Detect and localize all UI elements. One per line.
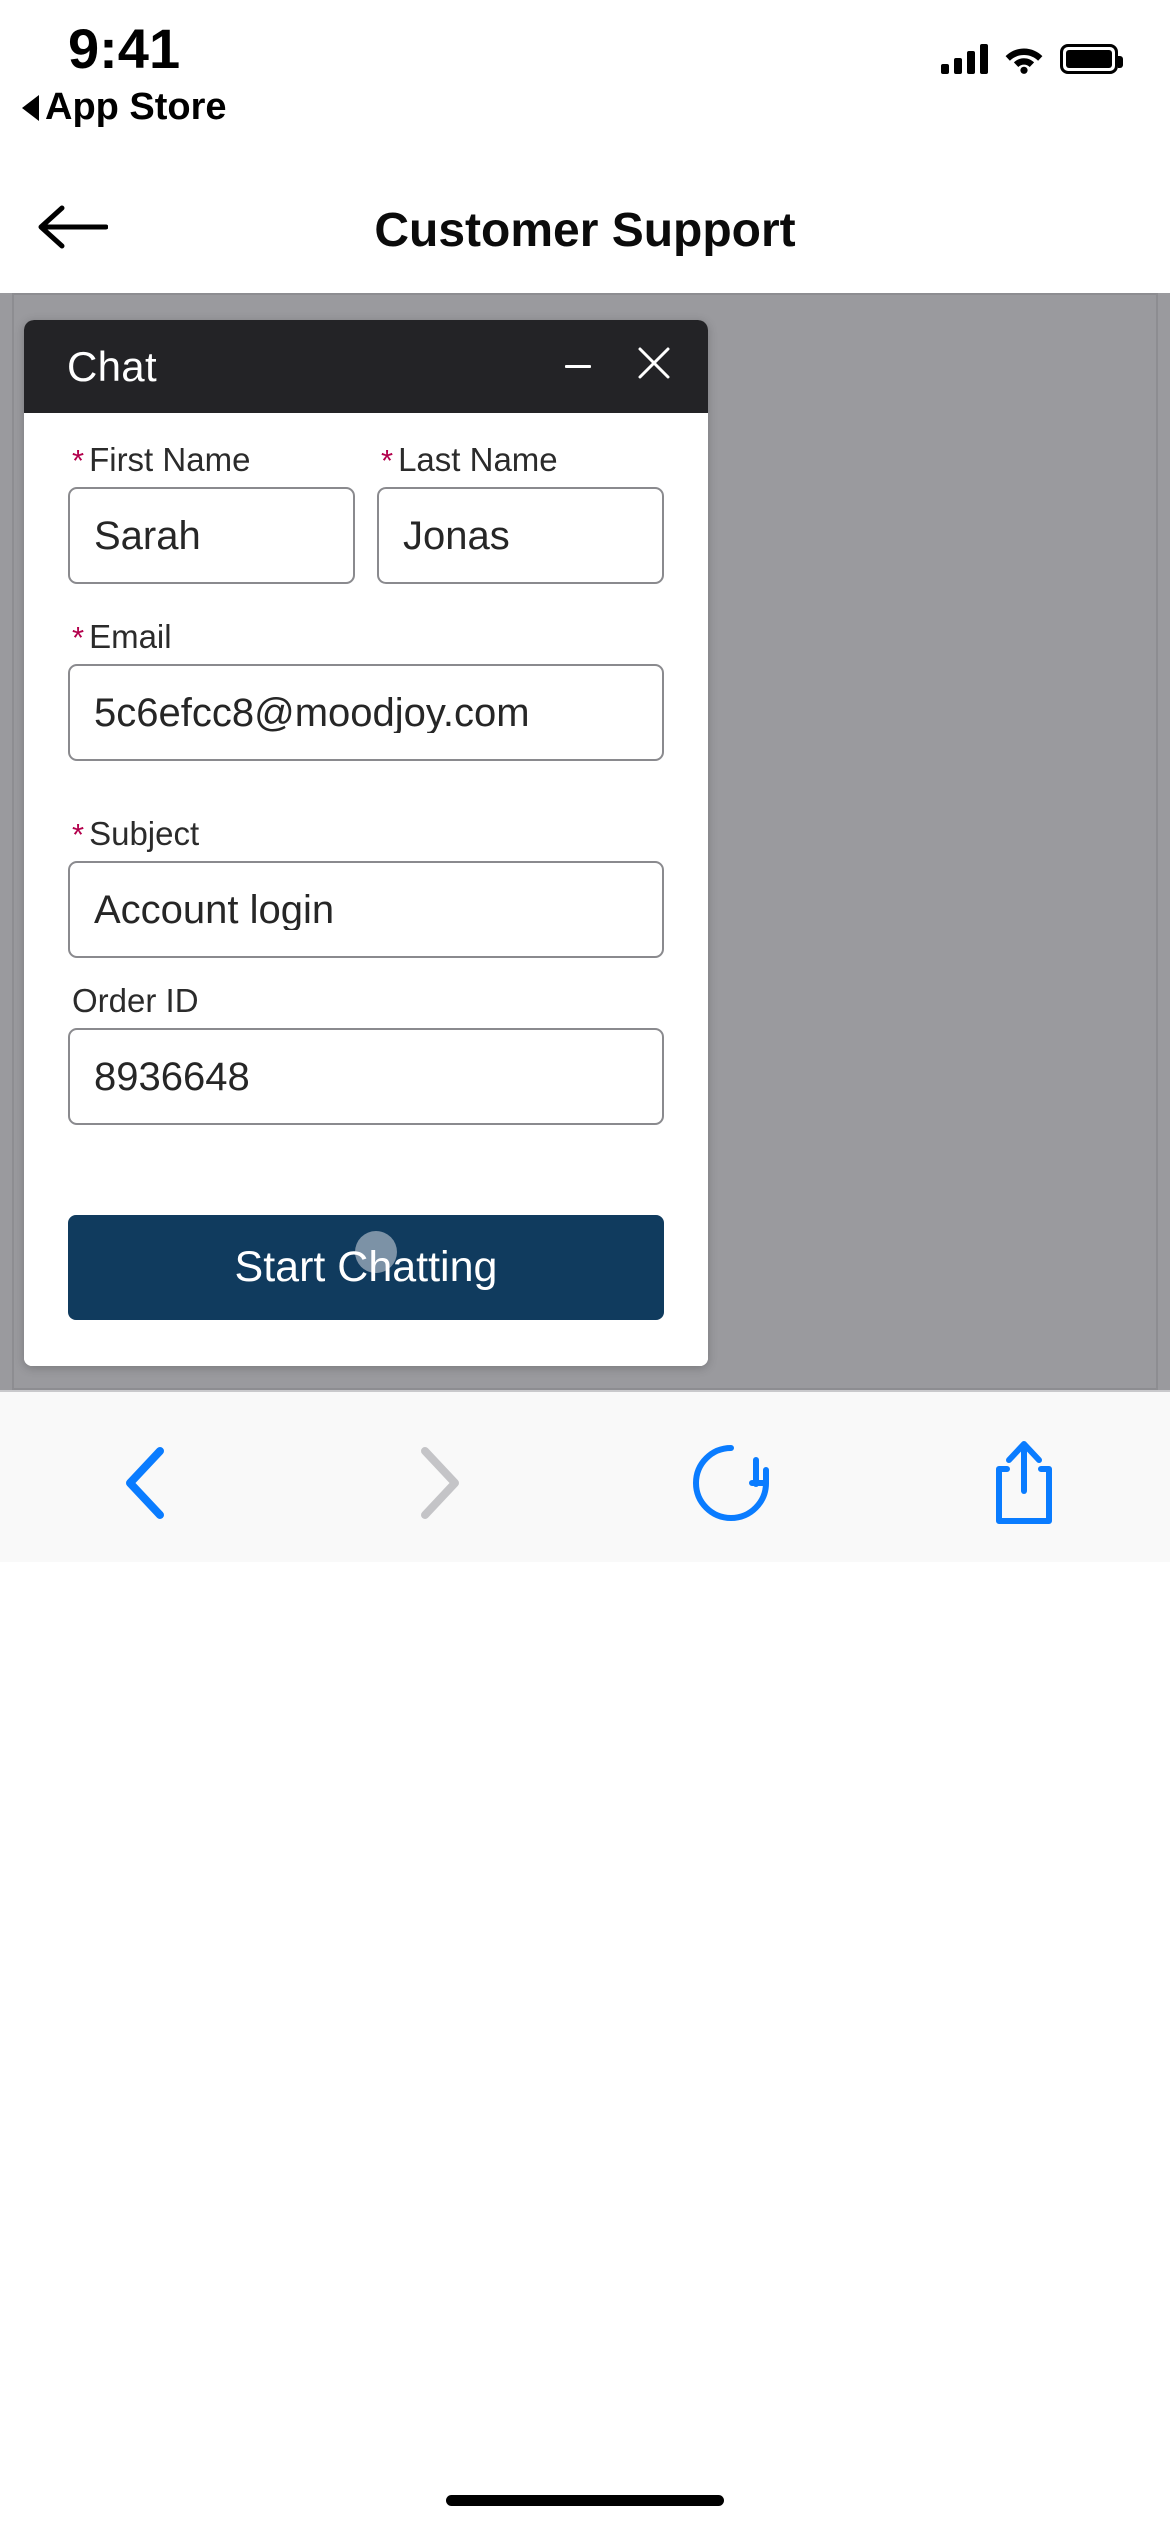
share-icon	[989, 1439, 1059, 1532]
start-chatting-label: Start Chatting	[235, 1246, 498, 1289]
required-asterisk: *	[72, 443, 84, 478]
return-app-label: App Store	[45, 86, 227, 129]
email-value: 5c6efcc8@moodjoy.com	[94, 693, 530, 733]
status-bar-time: 9:41	[68, 16, 180, 81]
minimize-icon	[565, 365, 591, 368]
iphone-screen: 9:41 App Store	[0, 0, 1170, 2532]
first-name-label-text: First Name	[89, 441, 250, 478]
chat-widget-header: Chat	[24, 320, 708, 413]
field-subject: *Subject Account login	[68, 817, 664, 958]
status-bar: 9:41 App Store	[0, 0, 1170, 168]
order-id-label: Order ID	[68, 984, 664, 1017]
start-chatting-button[interactable]: Start Chatting	[68, 1215, 664, 1320]
close-icon	[637, 346, 671, 387]
battery-full-icon	[1060, 44, 1118, 74]
chat-widget: Chat *First Name	[24, 320, 708, 1366]
chat-widget-title: Chat	[67, 343, 157, 391]
status-bar-indicators	[941, 30, 1118, 74]
chat-precheck-form: *First Name Sarah *Last Name Jonas	[24, 413, 708, 1215]
order-id-input[interactable]: 8936648	[68, 1028, 664, 1125]
close-button[interactable]	[630, 343, 678, 391]
email-label: *Email	[68, 620, 664, 653]
reload-icon	[688, 1440, 774, 1531]
first-name-label: *First Name	[68, 443, 355, 476]
first-name-value: Sarah	[94, 516, 201, 556]
return-to-app-store-link[interactable]: App Store	[22, 86, 227, 129]
cellular-bars-icon	[941, 44, 988, 74]
spacer	[68, 958, 664, 984]
first-name-input[interactable]: Sarah	[68, 487, 355, 584]
chat-widget-header-controls	[554, 343, 678, 391]
spacer	[68, 584, 664, 620]
email-input[interactable]: 5c6efcc8@moodjoy.com	[68, 664, 664, 761]
navigation-bar: Customer Support	[0, 168, 1170, 293]
last-name-value: Jonas	[403, 516, 510, 556]
field-first-name: *First Name Sarah	[68, 443, 355, 584]
subject-label: *Subject	[68, 817, 664, 850]
chevron-left-icon	[116, 1443, 176, 1528]
subject-label-text: Subject	[89, 815, 199, 852]
last-name-label: *Last Name	[377, 443, 664, 476]
toolbar-reload-button[interactable]	[585, 1410, 878, 1560]
browser-toolbar-buttons	[0, 1410, 1170, 1560]
toolbar-filler	[0, 1562, 1170, 2534]
subject-input[interactable]: Account login	[68, 861, 664, 958]
required-asterisk: *	[72, 620, 84, 655]
required-asterisk: *	[72, 817, 84, 852]
toolbar-share-button[interactable]	[878, 1410, 1170, 1560]
page-title: Customer Support	[0, 168, 1170, 293]
last-name-label-text: Last Name	[398, 441, 558, 478]
field-last-name: *Last Name Jonas	[377, 443, 664, 584]
spacer	[68, 761, 664, 817]
last-name-input[interactable]: Jonas	[377, 487, 664, 584]
chat-widget-footer: Start Chatting	[24, 1215, 708, 1366]
name-row: *First Name Sarah *Last Name Jonas	[68, 443, 664, 584]
browser-toolbar	[0, 1390, 1170, 2532]
home-indicator	[446, 2495, 724, 2506]
wifi-icon	[1004, 44, 1044, 74]
email-label-text: Email	[89, 618, 172, 655]
toolbar-back-button[interactable]	[0, 1410, 293, 1560]
triangle-left-icon	[22, 95, 39, 121]
toolbar-forward-button[interactable]	[293, 1410, 586, 1560]
field-order-id: Order ID 8936648	[68, 984, 664, 1125]
order-id-value: 8936648	[94, 1057, 250, 1097]
required-asterisk: *	[381, 443, 393, 478]
subject-value: Account login	[94, 890, 334, 930]
order-id-label-text: Order ID	[72, 982, 199, 1019]
chevron-right-icon	[409, 1443, 469, 1528]
field-email: *Email 5c6efcc8@moodjoy.com	[68, 620, 664, 761]
minimize-button[interactable]	[554, 343, 602, 391]
